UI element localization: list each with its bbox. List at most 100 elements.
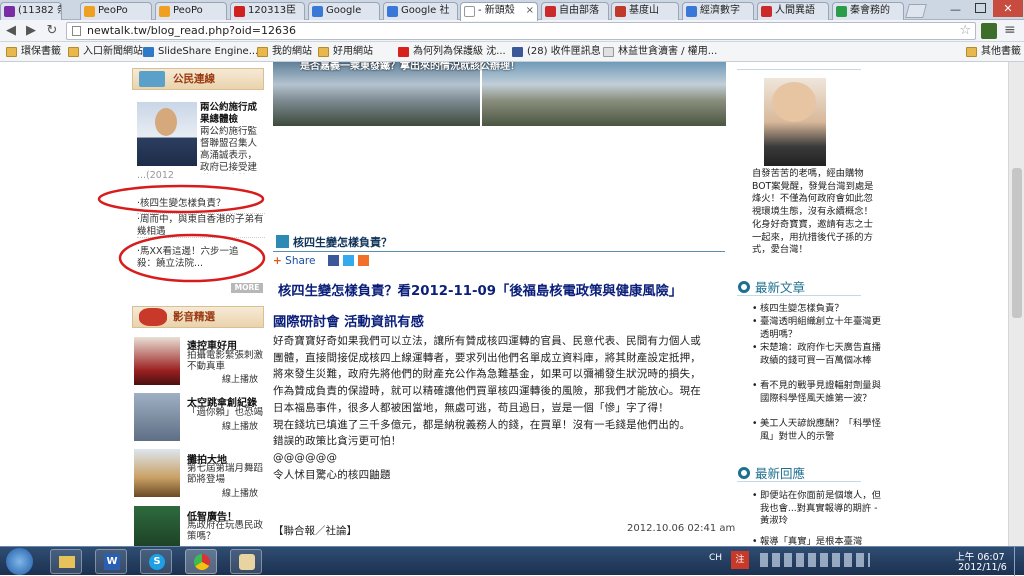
start-button[interactable] (6, 548, 33, 575)
play-online-link[interactable]: 線上播放 (222, 486, 258, 499)
bookmark-label: 其他書籤 (981, 46, 1021, 57)
twitter-share-icon[interactable] (343, 255, 354, 266)
blog-icon (761, 6, 772, 17)
tab-11[interactable]: 人間異語 (757, 2, 829, 20)
latest-article-item[interactable]: 宋楚瑜：政府作七天廣告直播政績的錢可買一百萬個冰棒 (752, 342, 882, 367)
tab-7-active[interactable]: - 新頭殼 × (460, 2, 538, 21)
tab-5[interactable]: Google (308, 2, 380, 20)
clock-date[interactable]: 2012/11/6 (955, 562, 1010, 573)
tab-2[interactable]: PeoPo (80, 2, 152, 20)
video-desc: 馬政府在玩愚民政策嗎？ (187, 520, 264, 542)
bookmark-item[interactable]: 為何列為保護級 沈... (398, 44, 506, 60)
latest-article-item[interactable]: 美工人天諺說應酬？「科學怪風」對世人的示警 (752, 418, 882, 443)
bookmark-item[interactable]: 其他書籤 (966, 44, 1021, 60)
back-icon[interactable]: ◀ (2, 22, 20, 40)
latest-article-item[interactable]: 看不見的戰爭見證輻射劑量與國際科學怪風天誰第一波？ (752, 380, 882, 405)
page-info-icon[interactable] (72, 26, 81, 36)
bookmarks-bar: 環保書籤 入口新聞網站 SlideShare Engine... 我的網站 好用… (0, 42, 1024, 62)
tab-10[interactable]: 經濟數字 (682, 2, 754, 20)
extension-icon[interactable] (981, 23, 997, 39)
tab-12[interactable]: 秦會務的 (832, 2, 904, 20)
minimize-button[interactable]: — (950, 3, 961, 16)
address-bar[interactable]: newtalk.tw/blog_read.php?oid=12636 ☆ (66, 22, 976, 40)
google-icon (686, 6, 697, 17)
youtube-icon (234, 6, 245, 17)
latest-reply-item[interactable]: 報導「真實」是根本臺灣 (752, 536, 882, 546)
ring-icon (738, 467, 750, 479)
feature-photo[interactable] (137, 102, 197, 166)
annotation-ellipses (97, 184, 266, 283)
latest-article-item[interactable]: 臺灣透明組織創立十年臺灣更透明嗎？ (752, 316, 882, 341)
skype-taskbar-button[interactable]: S (140, 549, 172, 574)
bookmark-item[interactable]: (28) 收件匣訊息 (512, 44, 601, 60)
tab-6[interactable]: Google 社 (383, 2, 458, 20)
profile-photo[interactable] (764, 78, 826, 166)
article-line: 錯誤的政策比貪污更可怕！ (273, 435, 402, 448)
bookmark-item[interactable]: 好用網站 (318, 44, 373, 60)
latest-article-item[interactable]: 核四生變怎樣負責？ (752, 303, 882, 316)
bookmark-item[interactable]: 環保書籤 (6, 44, 61, 60)
section-label: 影音精選 (173, 311, 215, 323)
blog-icon (836, 6, 847, 17)
plurk-share-icon[interactable] (358, 255, 369, 266)
show-desktop-button[interactable] (1014, 547, 1024, 576)
new-tab-button[interactable] (905, 4, 927, 18)
article-source: 【聯合報／社論】 (273, 525, 357, 537)
article-line: @@@@@@ (273, 451, 338, 464)
bookmark-item[interactable]: 入口新聞網站 (68, 44, 143, 60)
folder-icon (6, 47, 17, 57)
word-icon: W (104, 554, 120, 570)
video-thumb[interactable] (134, 393, 180, 441)
ime-icon[interactable]: 注 (731, 551, 749, 569)
video-thumb[interactable] (134, 337, 180, 385)
vertical-scrollbar[interactable] (1008, 62, 1024, 546)
video-section-title: 影音精選 (132, 306, 264, 328)
scrollbar-thumb[interactable] (1012, 168, 1022, 318)
bookmark-item[interactable]: 我的網站 (257, 44, 312, 60)
tab-label: - 新頭殼 (478, 5, 515, 16)
bookmark-item[interactable]: SlideShare Engine... (143, 44, 258, 60)
latest-reply-item[interactable]: 即便站在你面前是個壞人，但我也會...對真實報導的期許 - 黃淑玲 (752, 490, 882, 528)
chrome-taskbar-button[interactable] (185, 549, 217, 574)
category-icon (276, 235, 289, 248)
profile-photo-face (772, 82, 816, 122)
tab-4[interactable]: 120313臣 (230, 2, 305, 20)
civic-icon (139, 71, 165, 87)
tab-8[interactable]: 自由部落 (541, 2, 609, 20)
skype-icon: S (149, 554, 165, 570)
wrench-menu-icon[interactable]: ≡ (1004, 22, 1016, 38)
bookmark-item[interactable]: 林益世貪瀆害 / 權用... (603, 44, 717, 60)
article-datetime: 2012.10.06 02:41 am (627, 523, 736, 534)
divider (737, 295, 861, 296)
tab-3[interactable]: PeoPo (155, 2, 227, 20)
word-taskbar-button[interactable]: W (95, 549, 127, 574)
peopo-icon (159, 6, 170, 17)
video-thumb[interactable] (134, 506, 180, 546)
facebook-share-icon[interactable] (328, 255, 339, 266)
paint-taskbar-button[interactable] (230, 549, 262, 574)
tab-1[interactable]: (11382 条 (0, 2, 62, 20)
language-indicator[interactable]: CH (709, 553, 722, 563)
feature-title[interactable]: 兩公約施行成果總體檢 (200, 102, 266, 126)
article-line: 將來發生災難，政府先將他們的財產充公作為急難基金，如果可以彌補發生狀況時的損失， (273, 368, 701, 381)
share-icon: + (273, 255, 282, 267)
tab-label: 人間異語 (775, 5, 815, 16)
explorer-taskbar-button[interactable] (50, 549, 82, 574)
url-text: newtalk.tw/blog_read.php?oid=12636 (87, 24, 296, 37)
video-desc: 第七屆第瑞月舞蹈節將登場 (187, 463, 264, 485)
bookmark-star-icon[interactable]: ☆ (959, 23, 971, 39)
forward-icon[interactable]: ▶ (22, 22, 40, 40)
play-online-link[interactable]: 線上播放 (222, 419, 258, 432)
play-online-link[interactable]: 線上播放 (222, 372, 258, 385)
tab-9[interactable]: 基度山 (611, 2, 679, 20)
article-line: 日本福島事件，很多人都被困當地，無處可逃，苟且過日，豈是一個「慘」字了得！ (273, 401, 669, 414)
section-label: 公民連線 (173, 73, 215, 85)
video-thumb[interactable] (134, 449, 180, 497)
reload-icon[interactable]: ↻ (43, 22, 61, 40)
clock-time[interactable]: 上午 06:07 (955, 549, 1005, 563)
close-tab-icon[interactable]: × (526, 3, 534, 19)
maximize-button[interactable] (975, 3, 986, 13)
share-button[interactable]: + Share (273, 254, 315, 268)
close-window-button[interactable]: ✕ (993, 0, 1023, 17)
system-tray-icons[interactable] (760, 553, 870, 567)
